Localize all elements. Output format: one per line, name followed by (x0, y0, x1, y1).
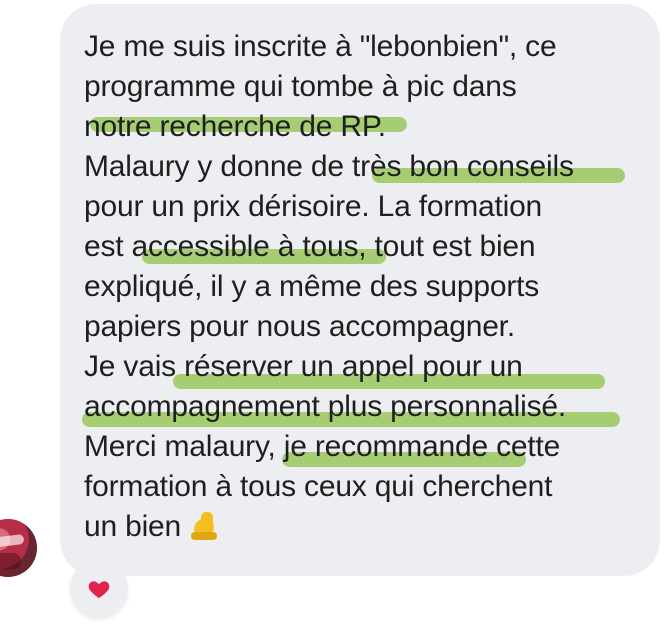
message-row: Je me suis inscrite à "lebonbien", ce pr… (0, 0, 666, 625)
message-text: Je me suis inscrite à "lebonbien", ce pr… (84, 27, 644, 547)
message-line-text: un bien (84, 510, 182, 543)
message-line: Je vais réserver un appel pour un (84, 350, 523, 383)
red-heart-icon (88, 581, 110, 598)
message-line: Je me suis inscrite à "lebonbien", ce (84, 30, 557, 63)
sender-avatar[interactable] (0, 519, 37, 577)
flexed-biceps-base (191, 532, 218, 540)
message-line: Merci malaury, je recommande cette (84, 430, 561, 463)
message-line: accompagnement plus personnalisé. (84, 390, 567, 423)
message-bubble[interactable]: Je me suis inscrite à "lebonbien", ce pr… (60, 4, 660, 576)
flexed-biceps-icon (191, 512, 221, 542)
message-last-line: un bien (84, 507, 644, 547)
message-line: pour un prix dérisoire. La formation (84, 190, 543, 223)
message-line: notre recherche de RP. (84, 110, 386, 143)
message-line: expliqué, il y a même des supports (84, 270, 540, 303)
message-line: Malaury y donne de très bon conseils (84, 150, 574, 183)
message-line: programme qui tombe à pic dans (84, 70, 517, 103)
message-line: formation à tous ceux qui cherchent (84, 470, 553, 503)
message-line: papiers pour nous accompagner. (84, 310, 515, 343)
chat-screen: Je me suis inscrite à "lebonbien", ce pr… (0, 0, 666, 625)
message-line: est accessible à tous, tout est bien (84, 230, 536, 263)
heart-shape (88, 581, 110, 598)
heart-reaction-button[interactable] (70, 560, 128, 618)
